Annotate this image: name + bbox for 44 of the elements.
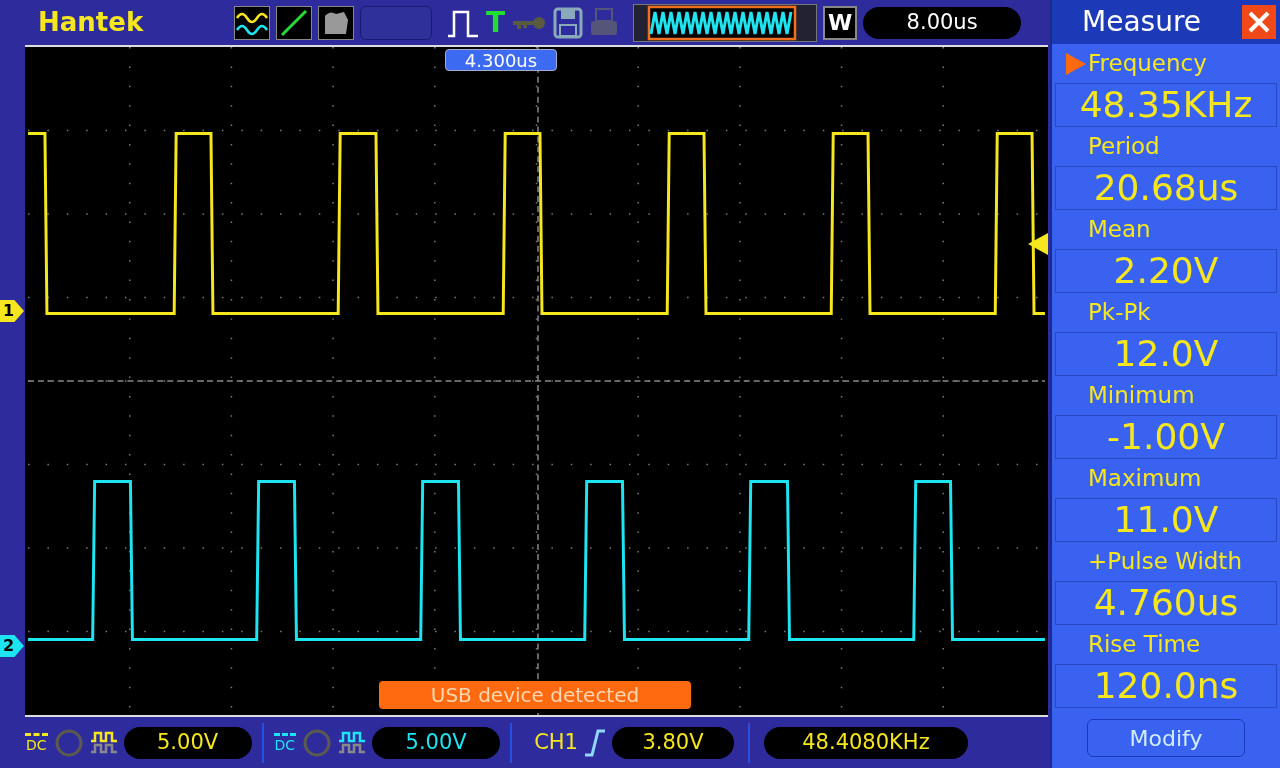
timebase-display: 8.00us bbox=[863, 6, 1022, 39]
measurement-value: 11.0V bbox=[1055, 498, 1277, 542]
square-wave-icon[interactable] bbox=[89, 729, 118, 756]
coupling-indicator[interactable]: DC bbox=[273, 733, 297, 752]
measurement-value: 20.68us bbox=[1055, 166, 1277, 210]
empty-display-box bbox=[360, 5, 432, 40]
frequency-counter: 48.4080KHz bbox=[763, 726, 968, 759]
measurement-value: 2.20V bbox=[1055, 249, 1277, 293]
measurement-value: 4.760us bbox=[1055, 581, 1277, 625]
save-icon[interactable] bbox=[553, 6, 584, 39]
trigger-level-icon[interactable] bbox=[1028, 233, 1048, 255]
measurement-value: 120.0ns bbox=[1055, 664, 1277, 708]
dual-wave-icon[interactable] bbox=[234, 5, 270, 40]
usb-notification: USB device detected bbox=[379, 681, 691, 709]
channel-marker[interactable]: 1 bbox=[0, 300, 24, 322]
measurement-label[interactable]: Maximum bbox=[1052, 459, 1280, 498]
trigger-level-display: 3.80V bbox=[611, 726, 734, 759]
coupling-indicator[interactable]: DC bbox=[25, 733, 48, 752]
volts-per-division: 5.00V bbox=[123, 726, 252, 759]
selection-arrow-icon bbox=[1066, 52, 1086, 75]
close-icon[interactable] bbox=[1242, 5, 1276, 39]
rising-edge-icon[interactable] bbox=[583, 728, 606, 757]
measurement-value: 12.0V bbox=[1055, 332, 1277, 376]
measurement-label[interactable]: Mean bbox=[1052, 210, 1280, 249]
waveform-overview[interactable] bbox=[633, 3, 818, 42]
volts-per-division: 5.00V bbox=[372, 726, 501, 759]
measurement-value: -1.00V bbox=[1055, 415, 1277, 459]
measurement-label[interactable]: Period bbox=[1052, 127, 1280, 166]
panel-title: Measure bbox=[1082, 4, 1201, 40]
brand-logo: Hantek bbox=[38, 6, 145, 39]
measurement-label[interactable]: Minimum bbox=[1052, 376, 1280, 415]
measurement-label[interactable]: Rise Time bbox=[1052, 625, 1280, 664]
measurement-label[interactable]: +Pulse Width bbox=[1052, 542, 1280, 581]
measurement-value: 48.35KHz bbox=[1055, 83, 1277, 127]
measurement-label[interactable]: Pk-Pk bbox=[1052, 293, 1280, 332]
trigger-source[interactable]: CH1 bbox=[534, 726, 578, 759]
square-wave-icon[interactable] bbox=[338, 729, 367, 756]
window-mode-button[interactable]: W bbox=[823, 5, 858, 40]
texture-icon[interactable] bbox=[318, 5, 354, 40]
measurement-label[interactable]: Frequency bbox=[1052, 44, 1280, 83]
trigger-position-label[interactable]: 4.300us bbox=[445, 49, 557, 71]
trigger-letter[interactable]: T bbox=[486, 1, 506, 44]
modify-button[interactable]: Modify bbox=[1087, 719, 1245, 757]
channel-marker[interactable]: 2 bbox=[0, 635, 24, 657]
